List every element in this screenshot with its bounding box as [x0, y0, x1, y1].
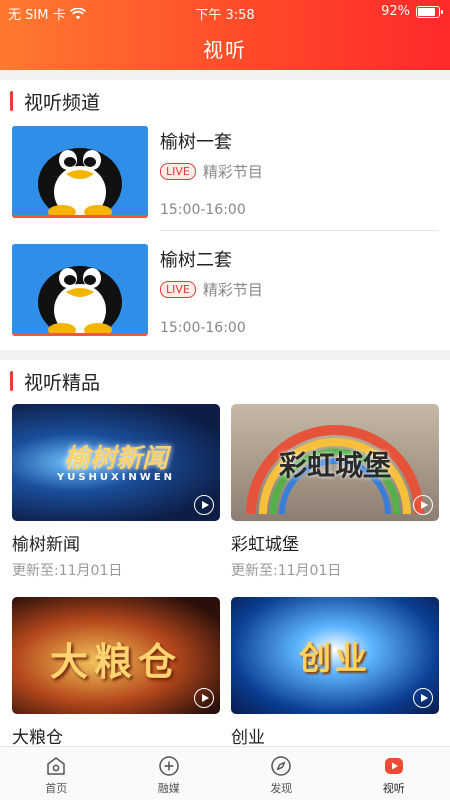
- play-icon[interactable]: [413, 688, 433, 708]
- thumbnail-underline: [12, 215, 148, 218]
- channel-live-row: LIVE 精彩节目: [160, 161, 263, 182]
- featured-section-title: 视听精品: [24, 371, 101, 394]
- tab-label: 融媒: [157, 782, 180, 795]
- bottom-tab-bar: 首页 融媒 发现 视听: [0, 746, 450, 800]
- play-icon[interactable]: [194, 495, 214, 515]
- channel-time: 15:00-16:00: [160, 202, 246, 218]
- tab-discover[interactable]: 发现: [225, 747, 338, 800]
- battery-icon: [416, 5, 443, 18]
- tab-label: 发现: [270, 782, 293, 795]
- channels-section: 视听频道 榆树一套 LIVE 精彩节目 15:00-16:00 榆树二套 LIV…: [0, 80, 450, 350]
- featured-section: 视听精品 榆树新闻 YUSHUXINWEN 榆树新闻 更新至:11月01日 彩虹…: [0, 360, 450, 746]
- program-cover[interactable]: 榆树新闻 YUSHUXINWEN: [12, 404, 220, 521]
- channel-live-row: LIVE 精彩节目: [160, 279, 263, 300]
- channel-name: 榆树二套: [160, 250, 232, 271]
- penguin-icon: [12, 126, 148, 218]
- penguin-icon: [12, 244, 148, 336]
- play-icon: [384, 758, 403, 774]
- thumbnail-underline: [12, 333, 148, 336]
- program-card[interactable]: 大粮仓 大粮仓: [12, 597, 220, 746]
- program-card[interactable]: 榆树新闻 YUSHUXINWEN 榆树新闻 更新至:11月01日: [12, 404, 220, 580]
- play-icon[interactable]: [413, 495, 433, 515]
- program-updated: 更新至:11月01日: [231, 563, 342, 579]
- home-icon: [47, 757, 65, 775]
- tab-media[interactable]: 融媒: [113, 747, 226, 800]
- tab-label: 视听: [382, 782, 405, 795]
- cover-title: 榆树新闻: [63, 444, 168, 474]
- program-name: 彩虹城堡: [231, 535, 299, 555]
- play-icon[interactable]: [194, 688, 214, 708]
- channel-item[interactable]: 榆树二套 LIVE 精彩节目 15:00-16:00: [12, 244, 438, 336]
- cover-title: 大粮仓: [49, 640, 182, 684]
- battery-group: 92%: [381, 4, 443, 19]
- channels-section-title: 视听频道: [24, 91, 101, 114]
- battery-percent: 92%: [381, 4, 410, 19]
- live-badge: LIVE: [160, 163, 196, 180]
- section-accent-bar: [10, 371, 13, 391]
- program-card[interactable]: 彩虹城堡 彩虹城堡 更新至:11月01日: [231, 404, 439, 580]
- cover-subtitle: YUSHUXINWEN: [56, 472, 176, 483]
- program-card[interactable]: 创业 创业: [231, 597, 439, 746]
- featured-section-header: 视听精品: [10, 370, 101, 394]
- program-updated: 更新至:11月01日: [12, 563, 123, 579]
- program-cover[interactable]: 创业: [231, 597, 439, 714]
- cover-title: 创业: [298, 639, 371, 677]
- channel-time: 15:00-16:00: [160, 320, 246, 336]
- program-cover[interactable]: 彩虹城堡: [231, 404, 439, 521]
- channel-name: 榆树一套: [160, 132, 232, 153]
- app-header: 无 SIM 卡 下午 3:58 92% 视听: [0, 0, 450, 70]
- channel-program: 精彩节目: [202, 281, 263, 299]
- cover-title: 彩虹城堡: [278, 449, 391, 482]
- channel-thumbnail[interactable]: [12, 244, 148, 336]
- program-name: 榆树新闻: [12, 535, 80, 555]
- program-name: 创业: [231, 728, 265, 746]
- status-bar: 无 SIM 卡 下午 3:58 92%: [0, 0, 450, 24]
- channel-thumbnail[interactable]: [12, 126, 148, 218]
- tab-home[interactable]: 首页: [0, 747, 113, 800]
- program-cover[interactable]: 大粮仓: [12, 597, 220, 714]
- compass-icon: [271, 756, 291, 776]
- plus-circle-icon: [159, 756, 179, 776]
- tab-video[interactable]: 视听: [338, 747, 450, 800]
- section-accent-bar: [10, 91, 13, 111]
- live-badge: LIVE: [160, 281, 196, 298]
- channel-item[interactable]: 榆树一套 LIVE 精彩节目 15:00-16:00: [12, 126, 438, 218]
- page-title: 视听: [203, 38, 247, 62]
- channels-section-header: 视听频道: [10, 90, 101, 114]
- program-name: 大粮仓: [12, 728, 63, 746]
- tab-label: 首页: [45, 782, 68, 795]
- channel-program: 精彩节目: [202, 163, 263, 181]
- divider: [160, 230, 438, 231]
